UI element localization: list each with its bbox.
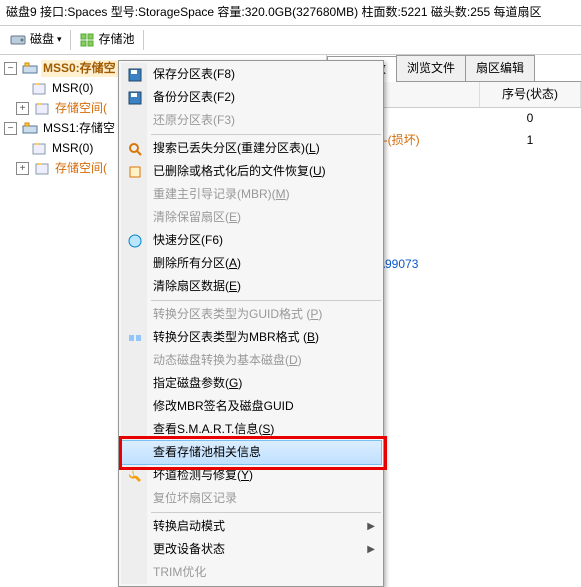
pool-label: 存储池	[99, 31, 135, 48]
menu-save-partition-table[interactable]: 保存分区表(F8)	[121, 63, 381, 86]
menu-rebuild-mbr[interactable]: 重建主引导记录(MBR)(M)	[121, 183, 381, 206]
info-bar: 磁盘9 接口:Spaces 型号:StorageSpace 容量:320.0GB…	[0, 0, 581, 26]
menu-to-guid[interactable]: 转换分区表类型为GUID格式 (P)	[121, 303, 381, 326]
menu-clear-sector[interactable]: 清除扇区数据(E)	[121, 275, 381, 298]
menu-backup-partition-table[interactable]: 备份分区表(F2)	[121, 86, 381, 109]
pool-button[interactable]: 存储池	[73, 28, 141, 51]
node-label: MSR(0)	[50, 80, 95, 97]
menu-to-mbr[interactable]: 转换分区表类型为MBR格式 (B)	[121, 326, 381, 349]
tab-browse-files[interactable]: 浏览文件	[396, 55, 466, 81]
menu-delete-all[interactable]: 删除所有分区(A)	[121, 252, 381, 275]
partition-icon	[31, 141, 47, 157]
context-menu: 保存分区表(F8) 备份分区表(F2) 还原分区表(F3) 搜索已丢失分区(重建…	[118, 60, 384, 587]
menu-modify-mbr-guid[interactable]: 修改MBR签名及磁盘GUID	[121, 395, 381, 418]
cell-status: 1	[479, 130, 581, 151]
collapse-icon[interactable]: −	[4, 62, 17, 75]
col-status: 序号(状态)	[480, 82, 581, 107]
menu-search-lost-partition[interactable]: 搜索已丢失分区(重建分区表)(L)	[121, 137, 381, 160]
disk-label: 磁盘	[30, 31, 54, 48]
backup-icon	[127, 90, 143, 106]
pool-icon	[79, 32, 95, 48]
partition-icon	[34, 161, 50, 177]
menu-recover-files[interactable]: 已删除或格式化后的文件恢复(U)	[121, 160, 381, 183]
menu-storage-pool-info[interactable]: 查看存储池相关信息	[120, 440, 382, 465]
expand-icon[interactable]: +	[16, 102, 29, 115]
search-icon	[127, 141, 143, 157]
separator	[70, 30, 71, 50]
separator	[143, 30, 144, 50]
chevron-down-icon: ▾	[57, 33, 62, 46]
menu-device-status[interactable]: 更改设备状态▶	[121, 538, 381, 561]
partition-icon	[127, 233, 143, 249]
drive-icon	[22, 121, 38, 137]
toolbar: 磁盘 ▾ 存储池	[0, 26, 581, 55]
disk-icon	[10, 32, 26, 48]
save-icon	[127, 67, 143, 83]
menu-restore-partition-table[interactable]: 还原分区表(F3)	[121, 109, 381, 132]
drive-icon	[22, 61, 38, 77]
partition-icon	[31, 81, 47, 97]
menu-boot-mode[interactable]: 转换启动模式▶	[121, 515, 381, 538]
collapse-icon[interactable]: −	[4, 122, 17, 135]
partition-icon	[34, 101, 50, 117]
node-label: MSR(0)	[50, 140, 95, 157]
convert-icon	[127, 330, 143, 346]
node-label: 存储空间(	[53, 160, 109, 177]
menu-disk-params[interactable]: 指定磁盘参数(G)	[121, 372, 381, 395]
menu-quick-partition[interactable]: 快速分区(F6)	[121, 229, 381, 252]
recover-icon	[127, 164, 143, 180]
menu-smart-info[interactable]: 查看S.M.A.R.T.信息(S)	[121, 418, 381, 441]
node-label: 存储空间(	[53, 100, 109, 117]
menu-trim[interactable]: TRIM优化	[121, 561, 381, 584]
menu-bad-sector[interactable]: 坏道检测与修复(Y)	[121, 464, 381, 487]
node-label: MSS0:存储空	[41, 60, 118, 77]
node-label: MSS1:存储空	[41, 120, 117, 137]
disk-dropdown[interactable]: 磁盘 ▾	[4, 28, 68, 51]
wrench-icon	[127, 468, 143, 484]
tab-sector-edit[interactable]: 扇区编辑	[465, 55, 535, 81]
submenu-arrow-icon: ▶	[367, 543, 375, 557]
menu-reset-bad[interactable]: 复位坏扇区记录	[121, 487, 381, 510]
menu-clear-reserved[interactable]: 清除保留扇区(E)	[121, 206, 381, 229]
menu-dynamic-to-basic[interactable]: 动态磁盘转换为基本磁盘(D)	[121, 349, 381, 372]
expand-icon[interactable]: +	[16, 162, 29, 175]
submenu-arrow-icon: ▶	[367, 520, 375, 534]
cell-status: 0	[479, 108, 581, 129]
